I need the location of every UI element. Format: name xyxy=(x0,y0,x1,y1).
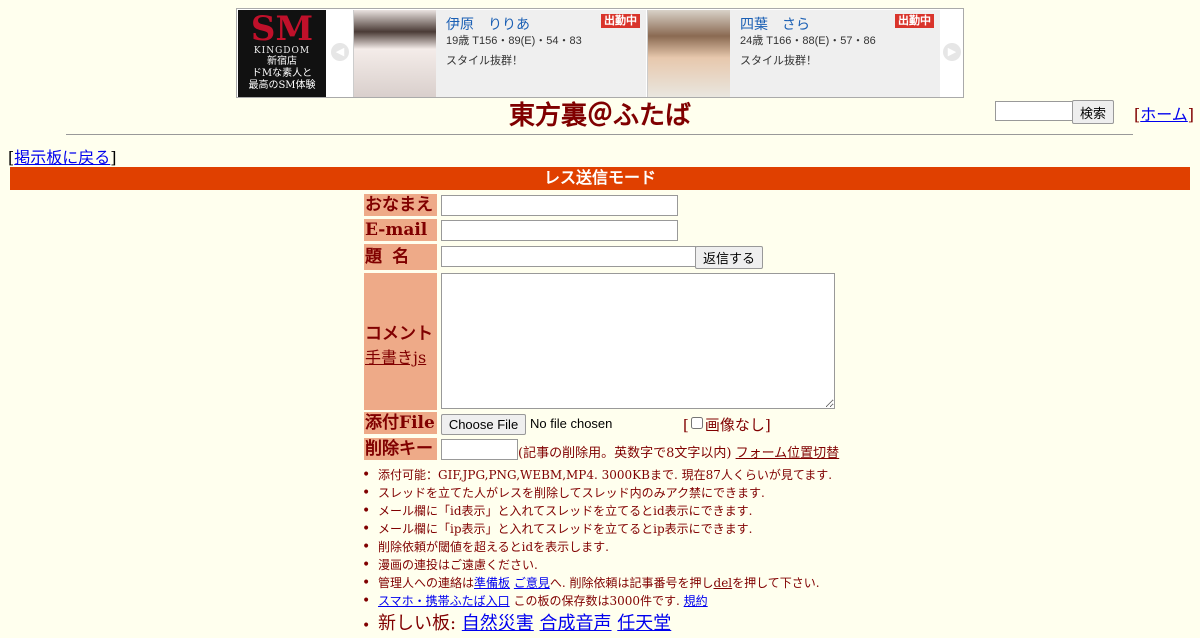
divider xyxy=(66,134,1133,135)
ad-photo xyxy=(648,10,730,97)
notes-list: 添付可能：GIF,JPG,PNG,WEBM,MP4. 3000KBまで. 現在8… xyxy=(362,466,832,638)
note-text: を押して下さい. xyxy=(732,576,820,590)
handwrite-link[interactable]: 手書きjs xyxy=(365,348,426,367)
ad-card-desc: スタイル抜群！ xyxy=(740,55,817,67)
note-text: この板の保存数は3000件です. xyxy=(509,594,684,608)
no-image-checkbox[interactable] xyxy=(690,417,703,429)
ad-photo xyxy=(354,10,436,97)
list-item: スレッドを立てた人がレスを削除してスレッド内のみアク禁にできます. xyxy=(362,484,832,502)
ad-logo-line: 新宿店 xyxy=(267,56,297,67)
new-board-link[interactable]: 自然災害 xyxy=(462,613,534,634)
ad-card-name[interactable]: 伊原 りりあ xyxy=(446,14,530,34)
list-item: 削除依頼が閾値を超えるとidを表示します. xyxy=(362,538,832,556)
note-text: 新しい板: xyxy=(378,613,462,634)
del-link[interactable]: del xyxy=(714,576,733,590)
back-to-board-link[interactable]: 掲示板に戻る xyxy=(14,148,110,167)
ad-card-name[interactable]: 四葉 さら xyxy=(740,14,810,34)
comment-label: コメント xyxy=(365,324,433,344)
comment-label-cell: コメント 手書きjs xyxy=(364,273,437,410)
home-link-wrapper: [ホーム] xyxy=(1134,105,1195,124)
ad-card-stats: 24歳 T166・88(E)・57・86 xyxy=(740,35,876,47)
status-badge: 出勤中 xyxy=(895,14,934,28)
ad-card[interactable]: 伊原 りりあ 出勤中 19歳 T156・89(E)・54・83 スタイル抜群！ xyxy=(353,10,646,97)
subject-field[interactable] xyxy=(441,246,696,267)
note-text: 管理人への連絡は xyxy=(378,576,475,590)
form-position-toggle-link[interactable]: フォーム位置切替 xyxy=(736,446,840,461)
mobile-entry-link[interactable]: スマホ・携帯ふたば入口 xyxy=(378,594,510,608)
mode-banner: レス送信モード xyxy=(10,167,1190,190)
rules-link[interactable]: 規約 xyxy=(684,594,708,608)
ad-logo[interactable]: SM KINGDOM 新宿店 ドMな素人と 最高のSM体験 xyxy=(238,10,326,97)
ad-card[interactable]: 四葉 さら 出勤中 24歳 T166・88(E)・57・86 スタイル抜群！ xyxy=(647,10,940,97)
back-link-wrapper: [掲示板に戻る] xyxy=(8,148,117,167)
list-item: メール欄に「ip表示」と入れてスレッドを立てるとip表示にできます. xyxy=(362,520,832,538)
file-label: 添付File xyxy=(364,412,437,434)
note-text: へ. 削除依頼は記事番号を押し xyxy=(549,576,714,590)
delete-key-label: 削除キー xyxy=(364,438,437,460)
status-badge: 出勤中 xyxy=(601,14,640,28)
list-item: 漫画の連投はご遠慮ください. xyxy=(362,556,832,574)
delete-key-note: (記事の削除用。英数字で8文字以内) xyxy=(518,446,732,461)
choose-file-button[interactable]: Choose File xyxy=(441,414,526,435)
ad-card-stats: 19歳 T156・89(E)・54・83 xyxy=(446,35,582,47)
new-board-link[interactable]: 合成音声 xyxy=(540,613,612,634)
search-input[interactable] xyxy=(995,101,1075,121)
home-link[interactable]: ホーム xyxy=(1140,105,1188,124)
submit-reply-button[interactable]: 返信する xyxy=(695,246,763,269)
feedback-link[interactable]: ご意見 xyxy=(514,576,550,590)
email-label: E-mail xyxy=(364,219,437,241)
ad-logo-line: 最高のSM体験 xyxy=(248,80,316,91)
subject-label: 題名 xyxy=(364,244,437,270)
delete-key-note-wrapper: (記事の削除用。英数字で8文字以内) フォーム位置切替 xyxy=(518,442,839,461)
email-field[interactable] xyxy=(441,220,678,241)
ad-logo-main: SM xyxy=(250,10,314,49)
list-item: メール欄に「id表示」と入れてスレッドを立てるとid表示にできます. xyxy=(362,502,832,520)
delete-key-field[interactable] xyxy=(441,439,518,460)
no-image-label: 画像なし xyxy=(704,416,765,434)
name-field[interactable] xyxy=(441,195,678,216)
file-status: No file chosen xyxy=(530,416,613,431)
comment-field[interactable] xyxy=(441,273,835,409)
ad-banner[interactable]: SM KINGDOM 新宿店 ドMな素人と 最高のSM体験 ◀ 伊原 りりあ 出… xyxy=(236,8,964,98)
chevron-left-icon[interactable]: ◀ xyxy=(331,43,349,61)
ad-logo-line: ドMな素人と xyxy=(251,68,313,79)
list-item: 添付可能：GIF,JPG,PNG,WEBM,MP4. 3000KBまで. 現在8… xyxy=(362,466,832,484)
list-item: 管理人への連絡は準備板 ご意見へ. 削除依頼は記事番号を押しdelを押して下さい… xyxy=(362,574,832,592)
list-item: 新しい板: 自然災害 合成音声 任天堂 xyxy=(362,612,832,638)
chevron-right-icon[interactable]: ▶ xyxy=(943,43,961,61)
no-image-option[interactable]: [画像なし] xyxy=(683,414,771,435)
new-board-link[interactable]: 任天堂 xyxy=(617,613,671,634)
list-item: スマホ・携帯ふたば入口 この板の保存数は3000件です. 規約 xyxy=(362,592,832,610)
search-button[interactable]: 検索 xyxy=(1072,100,1114,124)
name-label: おなまえ xyxy=(364,194,437,216)
ad-card-desc: スタイル抜群！ xyxy=(446,55,523,67)
prep-board-link[interactable]: 準備板 xyxy=(474,576,510,590)
